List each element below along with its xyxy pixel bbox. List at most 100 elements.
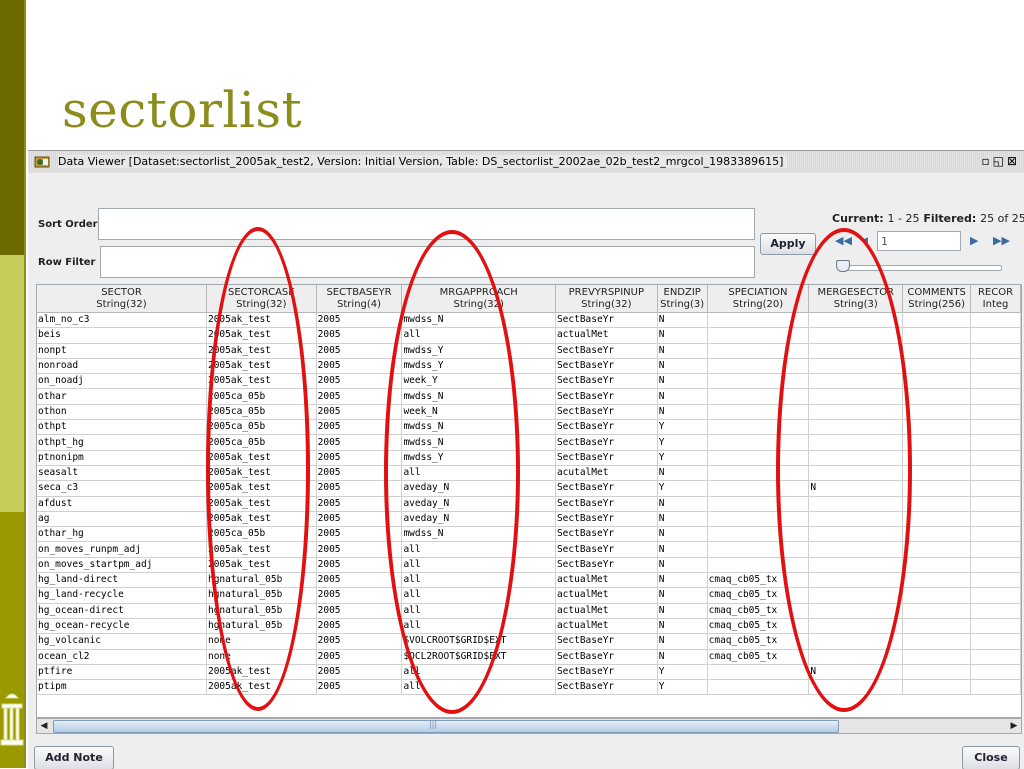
table-cell[interactable]	[808, 358, 904, 375]
table-cell[interactable]: 2005ak_test	[206, 373, 317, 390]
table-cell[interactable]: hgnatural_05b	[206, 587, 317, 604]
table-cell[interactable]: $OCL2ROOT$GRID$EXT	[401, 649, 556, 665]
table-cell[interactable]: none	[206, 633, 317, 650]
table-cell[interactable]	[808, 511, 904, 528]
table-cell[interactable]: week_N	[401, 404, 556, 421]
table-row[interactable]: ptfire 2005ak_test 2005 all SectBaseYr Y N	[37, 664, 1021, 681]
table-cell[interactable]: actualMet	[555, 587, 658, 604]
apply-button[interactable]: Apply	[760, 233, 816, 255]
table-cell[interactable]: SectBaseYr	[555, 649, 658, 665]
table-cell[interactable]	[808, 557, 904, 574]
next-page-icon[interactable]: ▶	[970, 234, 978, 247]
table-cell[interactable]	[902, 572, 972, 589]
table-cell[interactable]: all	[401, 572, 556, 589]
table-cell[interactable]: SectBaseYr	[555, 496, 658, 512]
table-row[interactable]: hg_land-direct hgnatural_05b 2005 all actual…	[37, 572, 1021, 589]
table-cell[interactable]	[707, 343, 810, 359]
add-note-button[interactable]: Add Note	[34, 746, 114, 769]
table-cell[interactable]	[707, 312, 810, 329]
table-cell[interactable]: 2005	[316, 526, 403, 543]
table-cell[interactable]	[707, 434, 810, 451]
table-cell[interactable]	[707, 557, 810, 574]
table-cell[interactable]: Y	[657, 679, 708, 696]
table-row[interactable]: on_moves_startpm_adj 2005ak_test 2005 all Se…	[37, 557, 1021, 574]
table-cell[interactable]: SectBaseYr	[555, 404, 658, 421]
table-cell[interactable]: N	[657, 541, 708, 558]
scroll-right-icon[interactable]: ▶	[1008, 719, 1020, 733]
table-cell[interactable]: othpt_hg	[37, 434, 207, 451]
table-cell[interactable]: on_moves_startpm_adj	[37, 557, 207, 574]
table-cell[interactable]	[970, 358, 1021, 375]
table-cell[interactable]: N	[657, 465, 708, 482]
table-cell[interactable]: ptnonipm	[37, 450, 207, 466]
table-cell[interactable]: N	[657, 343, 708, 359]
table-cell[interactable]: N	[808, 480, 904, 497]
table-cell[interactable]: 2005ak_test	[206, 679, 317, 696]
table-cell[interactable]: SectBaseYr	[555, 434, 658, 451]
table-cell[interactable]: SectBaseYr	[555, 679, 658, 696]
table-cell[interactable]	[970, 649, 1021, 665]
table-cell[interactable]: aveday_N	[401, 496, 556, 512]
table-cell[interactable]: 2005ak_test	[206, 450, 317, 466]
table-cell[interactable]: 2005ak_test	[206, 480, 317, 497]
table-cell[interactable]	[902, 388, 972, 405]
first-page-icon[interactable]: ◀◀	[835, 234, 852, 247]
table-cell[interactable]: N	[657, 587, 708, 604]
table-cell[interactable]	[902, 526, 972, 543]
table-cell[interactable]: Y	[657, 480, 708, 497]
table-cell[interactable]: 2005ak_test	[206, 465, 317, 482]
column-header[interactable]: RECOR Integ	[970, 285, 1021, 313]
table-cell[interactable]: Y	[657, 450, 708, 466]
table-cell[interactable]: Y	[657, 434, 708, 451]
table-cell[interactable]: actualMet	[555, 572, 658, 589]
table-cell[interactable]: all	[401, 618, 556, 635]
table-cell[interactable]	[707, 358, 810, 375]
table-cell[interactable]	[902, 434, 972, 451]
table-cell[interactable]	[707, 373, 810, 390]
table-cell[interactable]	[707, 450, 810, 466]
table-cell[interactable]	[808, 343, 904, 359]
table-cell[interactable]	[902, 511, 972, 528]
table-cell[interactable]	[970, 480, 1021, 497]
table-cell[interactable]: othon	[37, 404, 207, 421]
table-cell[interactable]	[707, 664, 810, 681]
table-cell[interactable]: SectBaseYr	[555, 526, 658, 543]
table-cell[interactable]: mwdss_Y	[401, 343, 556, 359]
table-cell[interactable]: hgnatural_05b	[206, 603, 317, 619]
page-slider-knob[interactable]	[836, 260, 850, 272]
table-cell[interactable]	[808, 404, 904, 421]
table-cell[interactable]: N	[657, 618, 708, 635]
table-cell[interactable]	[808, 633, 904, 650]
table-cell[interactable]	[902, 312, 972, 329]
table-cell[interactable]: 2005ca_05b	[206, 388, 317, 405]
table-cell[interactable]: 2005	[316, 649, 403, 665]
table-row[interactable]: seca_c3 2005ak_test 2005 aveday_N SectBaseYr…	[37, 480, 1021, 497]
table-cell[interactable]: N	[657, 327, 708, 344]
table-cell[interactable]: all	[401, 541, 556, 558]
table-cell[interactable]: 2005ca_05b	[206, 404, 317, 421]
table-cell[interactable]	[902, 419, 972, 436]
table-cell[interactable]: aveday_N	[401, 480, 556, 497]
table-cell[interactable]: hg_land-direct	[37, 572, 207, 589]
table-cell[interactable]	[808, 434, 904, 451]
table-cell[interactable]: SectBaseYr	[555, 312, 658, 329]
table-row[interactable]: ptipm 2005ak_test 2005 all SectBaseYr Y	[37, 679, 1021, 696]
maximize-icon[interactable]: ◱	[993, 154, 1007, 168]
table-cell[interactable]	[970, 496, 1021, 512]
table-cell[interactable]: hg_land-recycle	[37, 587, 207, 604]
table-row[interactable]: alm_no_c3 2005ak_test 2005 mwdss_N SectBaseY…	[37, 312, 1021, 329]
table-cell[interactable]: N	[657, 649, 708, 665]
table-cell[interactable]	[902, 496, 972, 512]
table-cell[interactable]	[902, 649, 972, 665]
table-cell[interactable]	[707, 496, 810, 512]
table-cell[interactable]: 2005	[316, 587, 403, 604]
table-row[interactable]: nonroad 2005ak_test 2005 mwdss_Y SectBaseYr N	[37, 358, 1021, 375]
table-cell[interactable]: 2005	[316, 327, 403, 344]
table-cell[interactable]: $VOLCROOT$GRID$EXT	[401, 633, 556, 650]
table-cell[interactable]: SectBaseYr	[555, 633, 658, 650]
table-row[interactable]: hg_land-recycle hgnatural_05b 2005 all actua…	[37, 587, 1021, 604]
table-cell[interactable]	[970, 312, 1021, 329]
table-cell[interactable]: beis	[37, 327, 207, 344]
table-cell[interactable]	[902, 679, 972, 696]
table-cell[interactable]	[902, 358, 972, 375]
